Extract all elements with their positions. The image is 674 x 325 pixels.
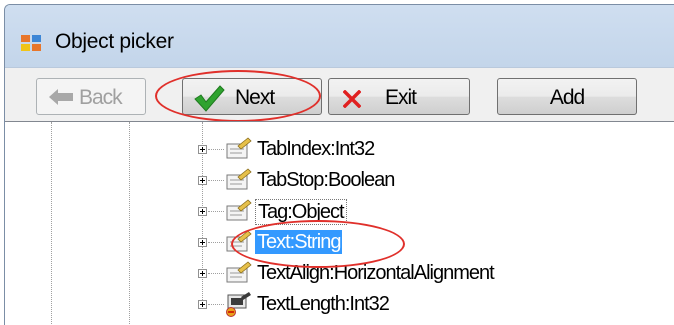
tree-connector	[208, 273, 224, 274]
tree-connector	[208, 242, 224, 243]
application-form-icon	[21, 35, 43, 53]
tree-node-label[interactable]: Text:String	[255, 230, 343, 254]
back-arrow-icon	[49, 89, 73, 105]
tree-node-label[interactable]: TextLength:Int32	[255, 292, 391, 316]
tree-node-label[interactable]: Tag:Object	[255, 199, 347, 225]
tree-connector	[208, 149, 224, 150]
red-x-icon	[343, 90, 361, 108]
expand-icon[interactable]	[198, 207, 207, 216]
property-icon	[226, 137, 252, 159]
back-button[interactable]: Back	[36, 78, 146, 115]
property-icon	[226, 261, 252, 283]
expand-icon[interactable]	[198, 300, 207, 309]
add-button-label: Add	[549, 86, 585, 109]
add-button[interactable]: Add	[497, 78, 637, 115]
tree-node-label[interactable]: TabIndex:Int32	[255, 137, 376, 161]
window-title: Object picker	[55, 30, 174, 53]
green-checkmark-icon	[194, 85, 225, 112]
toolbar: Back Next Exit Add	[5, 67, 674, 122]
back-button-label: Back	[79, 86, 123, 109]
property-icon	[226, 230, 252, 252]
tree-guide-line	[51, 122, 52, 325]
tree-connector	[208, 304, 224, 305]
property-icon	[226, 199, 252, 221]
expand-icon[interactable]	[198, 269, 207, 278]
object-tree[interactable]: TabIndex:Int32 TabStop:Boolean Tag:Objec…	[5, 121, 674, 325]
expand-icon[interactable]	[198, 145, 207, 154]
object-picker-window: Object picker Back Next Exit Add TabInde…	[4, 4, 674, 325]
expand-icon[interactable]	[198, 176, 207, 185]
property-icon	[226, 168, 252, 190]
expand-icon[interactable]	[198, 238, 207, 247]
next-button[interactable]: Next	[182, 78, 322, 115]
title-bar: Object picker	[5, 5, 674, 67]
tree-node-label[interactable]: TabStop:Boolean	[255, 168, 396, 192]
tree-guide-line	[129, 122, 130, 325]
readonly-property-icon	[226, 292, 251, 317]
tree-node-label[interactable]: TextAlign:HorizontalAlignment	[255, 261, 496, 285]
exit-button-label: Exit	[385, 86, 417, 109]
next-button-label: Next	[235, 86, 275, 109]
exit-button[interactable]: Exit	[328, 78, 470, 115]
tree-connector	[208, 211, 224, 212]
tree-connector	[208, 180, 224, 181]
